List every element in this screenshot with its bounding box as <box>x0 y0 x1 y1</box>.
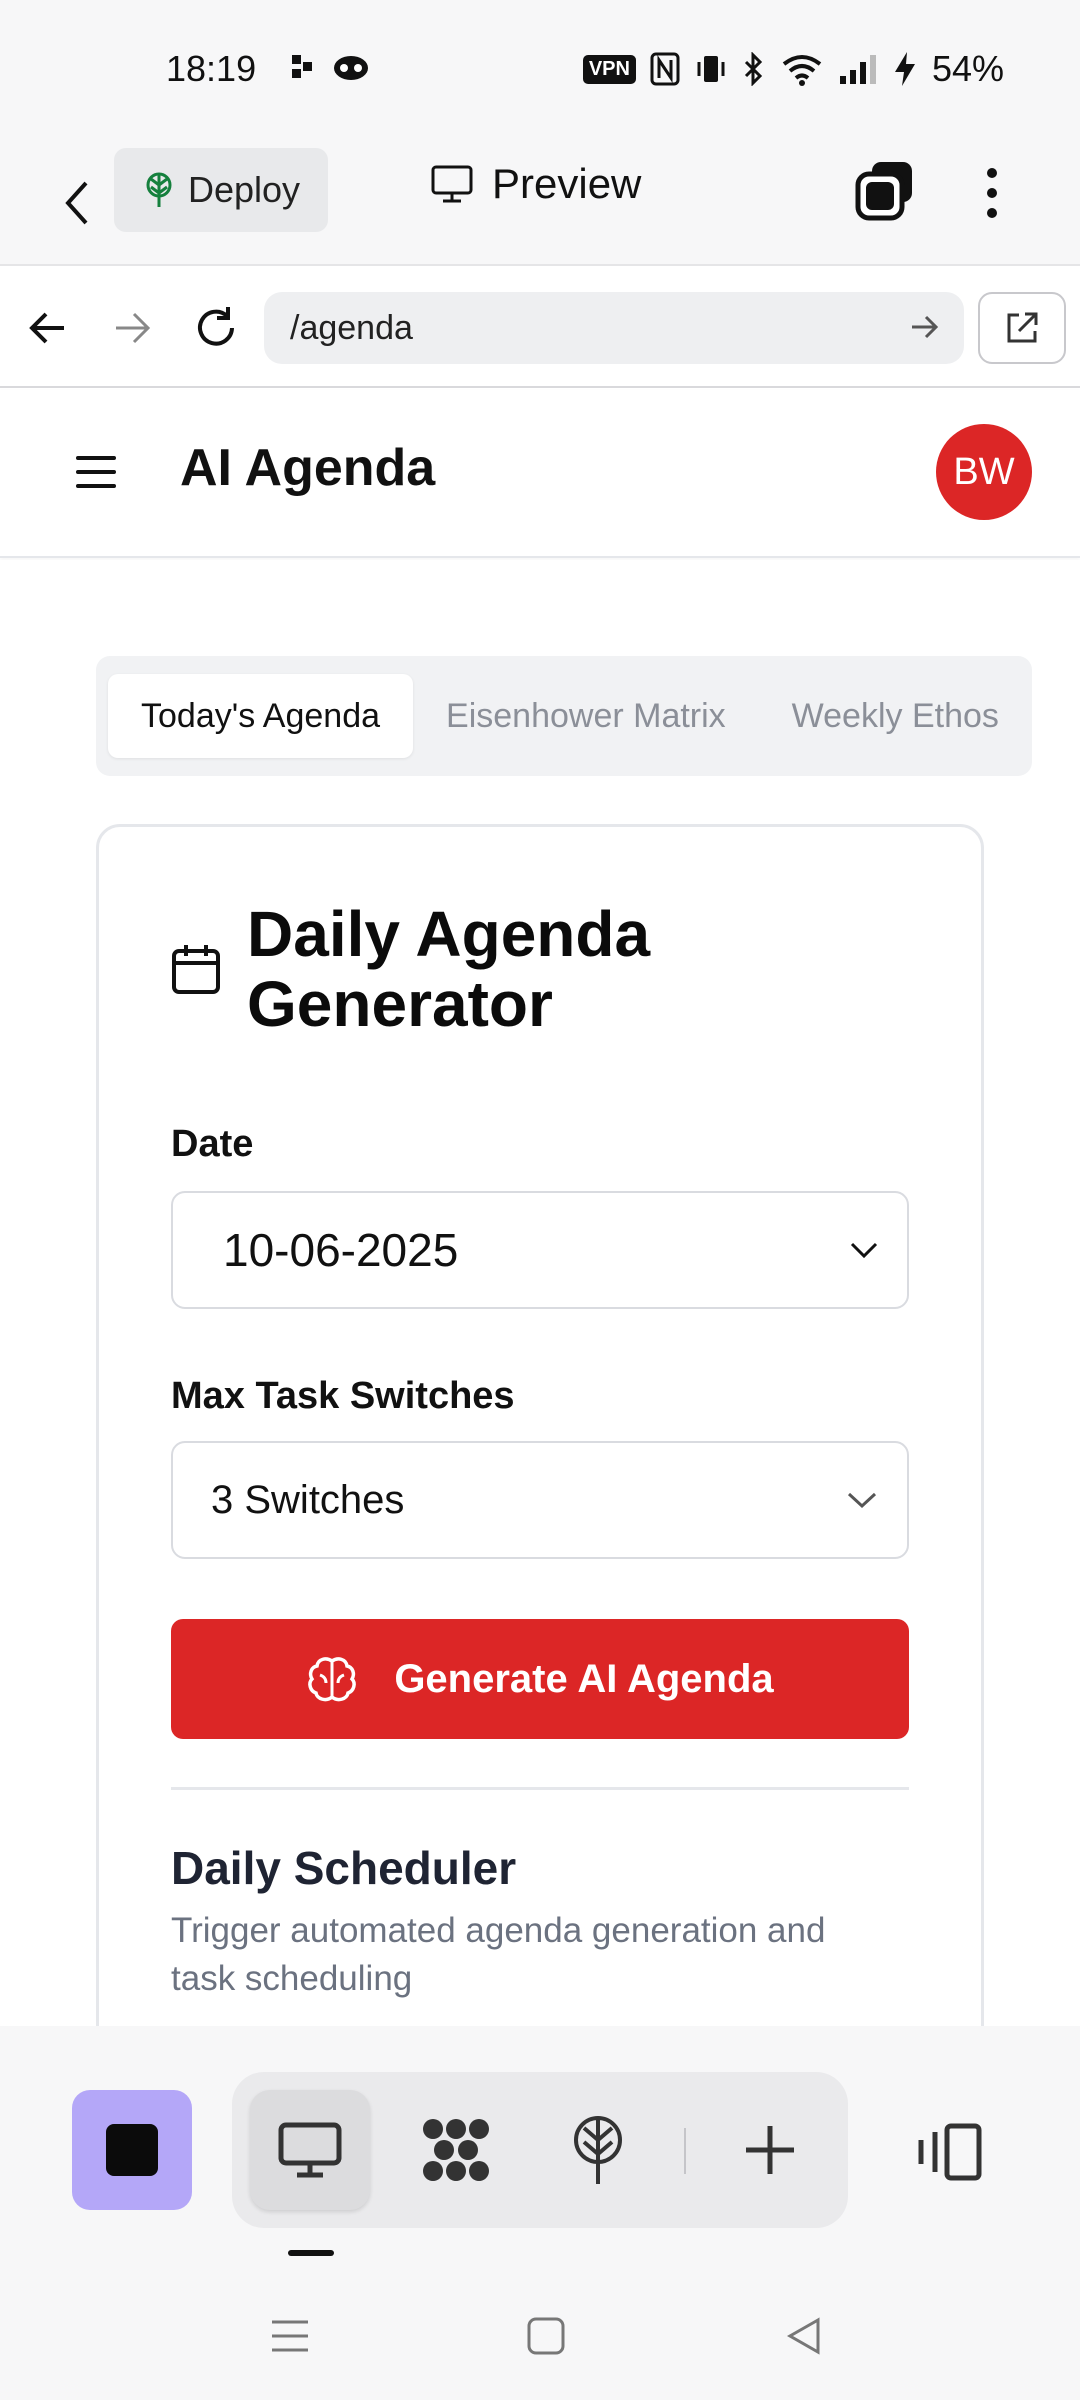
content-area: Today's Agenda Eisenhower Matrix Weekly … <box>0 560 1080 2026</box>
bottom-toolbar <box>0 2026 1080 2276</box>
preview-view-button[interactable] <box>250 2090 370 2210</box>
reload-button[interactable] <box>186 298 246 358</box>
max-task-switches-label: Max Task Switches <box>171 1375 515 1417</box>
menu-line <box>76 456 116 460</box>
back-button[interactable] <box>52 168 102 238</box>
signal-icon <box>839 55 876 84</box>
vpn-icon: VPN <box>582 54 636 84</box>
brain-icon <box>308 1657 357 1702</box>
browser-back-button[interactable] <box>18 298 78 358</box>
card-header: Daily Agenda Generator <box>171 899 767 1039</box>
avatar[interactable]: BW <box>936 424 1032 520</box>
bluetooth-icon <box>744 52 763 86</box>
chevron-left-icon <box>65 181 88 225</box>
menu-icon <box>272 2320 308 2352</box>
more-options-button[interactable] <box>972 158 1012 228</box>
open-external-button[interactable] <box>978 292 1066 364</box>
home-square-icon <box>527 2317 565 2355</box>
system-back-button[interactable] <box>774 2306 834 2366</box>
deploy-icon <box>574 2116 622 2184</box>
pattern-icon <box>423 2119 489 2181</box>
game-icon <box>334 56 368 80</box>
notification-icons <box>290 52 370 82</box>
panel-icon <box>918 2123 982 2181</box>
monitor-icon <box>431 165 473 203</box>
divider <box>171 1787 909 1790</box>
stop-icon <box>106 2124 158 2176</box>
preview-title: Preview <box>430 160 641 208</box>
tab-weekly-ethos[interactable]: Weekly Ethos <box>759 674 1032 758</box>
nfc-icon <box>650 52 680 86</box>
agenda-generator-card: Daily Agenda Generator Date 10-06-2025 M… <box>96 824 984 2026</box>
url-input[interactable]: /agenda <box>264 292 964 364</box>
vibrate-icon <box>697 56 725 82</box>
chevron-down-icon <box>850 1242 878 1259</box>
task-switches-value: 3 Switches <box>211 1477 405 1522</box>
panel-toggle-button[interactable] <box>908 2102 988 2202</box>
dot <box>987 168 997 178</box>
wifi-icon <box>782 55 822 86</box>
layers-icon <box>855 162 912 221</box>
active-view-indicator <box>288 2250 334 2256</box>
deploy-view-button[interactable] <box>538 2090 658 2210</box>
app-bar: Deploy Preview <box>0 140 1080 266</box>
browser-forward-button[interactable] <box>102 298 162 358</box>
arrow-left-icon <box>29 312 64 344</box>
page-header: AI Agenda BW <box>0 390 1080 558</box>
generate-ai-agenda-button[interactable]: Generate AI Agenda <box>171 1619 909 1739</box>
system-navigation-bar <box>0 2276 1080 2400</box>
daily-scheduler-description: Trigger automated agenda generation and … <box>171 1911 826 1998</box>
status-bar: 18:19 VPN 54% <box>0 0 1080 140</box>
main-content: Today's Agenda Eisenhower Matrix Weekly … <box>0 560 1080 2026</box>
battery-percent: 54% <box>931 48 1004 89</box>
system-status-icons: VPN 54% <box>582 48 1004 90</box>
menu-line <box>76 470 116 474</box>
deploy-label: Deploy <box>188 169 301 210</box>
deploy-icon <box>146 172 172 207</box>
tabs-button[interactable] <box>852 158 918 224</box>
back-triangle-icon <box>786 2317 820 2355</box>
home-button[interactable] <box>516 2306 576 2366</box>
status-time: 18:19 <box>166 48 257 89</box>
menu-line <box>76 484 116 488</box>
go-arrow-icon[interactable] <box>908 310 942 344</box>
deploy-button[interactable]: Deploy <box>114 148 328 232</box>
tab-bar: Today's Agenda Eisenhower Matrix Weekly … <box>96 656 1032 776</box>
date-label: Date <box>171 1123 254 1165</box>
charging-icon <box>894 52 915 86</box>
arrow-right-icon <box>116 312 151 344</box>
chevron-down-icon <box>847 1492 877 1509</box>
add-tool-button[interactable] <box>710 2090 830 2210</box>
task-switches-select[interactable]: 3 Switches <box>171 1441 909 1559</box>
separator <box>684 2128 686 2174</box>
dot <box>987 208 997 218</box>
browser-bar: /agenda <box>0 268 1080 388</box>
recent-apps-button[interactable] <box>260 2306 320 2366</box>
plus-icon <box>746 2126 794 2174</box>
date-value: 10-06-2025 <box>223 1224 459 1276</box>
tab-todays-agenda[interactable]: Today's Agenda <box>108 674 414 758</box>
url-text: /agenda <box>290 308 413 347</box>
reload-icon <box>198 307 234 346</box>
preview-label: Preview <box>492 160 642 207</box>
view-switcher <box>232 2072 848 2228</box>
generate-label: Generate AI Agenda <box>394 1656 774 1701</box>
app-notification-icon <box>292 55 312 78</box>
menu-button[interactable] <box>76 452 116 492</box>
dot <box>987 188 997 198</box>
tab-eisenhower-matrix[interactable]: Eisenhower Matrix <box>413 674 759 758</box>
page-title: AI Agenda <box>180 439 436 497</box>
external-link-icon <box>1007 312 1038 343</box>
agent-view-button[interactable] <box>396 2090 516 2210</box>
date-picker[interactable]: 10-06-2025 <box>171 1191 909 1309</box>
daily-scheduler-title: Daily Scheduler <box>171 1842 517 1894</box>
card-title: Daily Agenda Generator <box>247 898 651 1040</box>
monitor-icon <box>278 2122 342 2178</box>
stop-button[interactable] <box>72 2090 192 2210</box>
calendar-icon <box>172 945 220 994</box>
